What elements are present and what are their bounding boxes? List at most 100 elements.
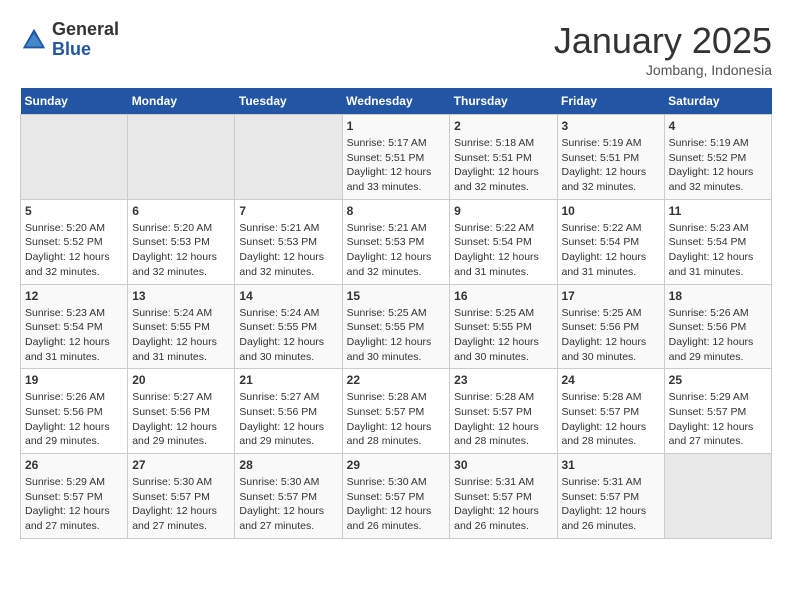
day-number: 4	[669, 119, 767, 133]
day-info: Sunrise: 5:25 AM Sunset: 5:55 PM Dayligh…	[454, 306, 552, 365]
day-number: 26	[25, 458, 123, 472]
calendar-cell: 9 Sunrise: 5:22 AM Sunset: 5:54 PM Daylig…	[450, 199, 557, 284]
calendar-week-row: 19Sunrise: 5:26 AM Sunset: 5:56 PM Dayli…	[21, 369, 772, 454]
weekday-header-row: SundayMondayTuesdayWednesdayThursdayFrid…	[21, 88, 772, 115]
day-info: Sunrise: 5:22 AM Sunset: 5:54 PM Dayligh…	[454, 221, 552, 280]
calendar-cell: 15Sunrise: 5:25 AM Sunset: 5:55 PM Dayli…	[342, 284, 450, 369]
day-number: 31	[562, 458, 660, 472]
weekday-header: Monday	[128, 88, 235, 115]
day-info: Sunrise: 5:30 AM Sunset: 5:57 PM Dayligh…	[239, 475, 337, 534]
day-number: 8	[347, 204, 446, 218]
day-number: 23	[454, 373, 552, 387]
day-number: 24	[562, 373, 660, 387]
calendar-cell: 14 Sunrise: 5:24 AM Sunset: 5:55 PM Dayli…	[235, 284, 342, 369]
day-info: Sunrise: 5:31 AM Sunset: 5:57 PM Dayligh…	[454, 475, 552, 534]
calendar-cell: 18 Sunrise: 5:26 AM Sunset: 5:56 PM Dayli…	[664, 284, 771, 369]
day-info: Sunrise: 5:27 AM Sunset: 5:56 PM Dayligh…	[239, 390, 337, 449]
day-number: 14	[239, 289, 337, 303]
calendar-cell: 21 Sunrise: 5:27 AM Sunset: 5:56 PM Dayli…	[235, 369, 342, 454]
title-block: January 2025 Jombang, Indonesia	[554, 20, 772, 78]
calendar-cell	[664, 454, 771, 539]
day-info: Sunrise: 5:20 AM Sunset: 5:52 PM Dayligh…	[25, 221, 123, 280]
day-info: Sunrise: 5:28 AM Sunset: 5:57 PM Dayligh…	[347, 390, 446, 449]
weekday-header: Wednesday	[342, 88, 450, 115]
day-info: Sunrise: 5:24 AM Sunset: 5:55 PM Dayligh…	[239, 306, 337, 365]
calendar-cell: 10Sunrise: 5:22 AM Sunset: 5:54 PM Dayli…	[557, 199, 664, 284]
day-number: 9	[454, 204, 552, 218]
day-info: Sunrise: 5:23 AM Sunset: 5:54 PM Dayligh…	[669, 221, 767, 280]
day-number: 18	[669, 289, 767, 303]
page-header: General Blue January 2025 Jombang, Indon…	[20, 20, 772, 78]
calendar-cell: 3 Sunrise: 5:19 AM Sunset: 5:51 PM Daylig…	[557, 115, 664, 200]
day-number: 30	[454, 458, 552, 472]
calendar-cell: 11 Sunrise: 5:23 AM Sunset: 5:54 PM Dayli…	[664, 199, 771, 284]
calendar-cell: 4Sunrise: 5:19 AM Sunset: 5:52 PM Daylig…	[664, 115, 771, 200]
calendar-week-row: 12Sunrise: 5:23 AM Sunset: 5:54 PM Dayli…	[21, 284, 772, 369]
calendar-cell	[21, 115, 128, 200]
day-info: Sunrise: 5:25 AM Sunset: 5:56 PM Dayligh…	[562, 306, 660, 365]
calendar-cell: 12Sunrise: 5:23 AM Sunset: 5:54 PM Dayli…	[21, 284, 128, 369]
weekday-header: Thursday	[450, 88, 557, 115]
day-number: 20	[132, 373, 230, 387]
calendar-cell: 24 Sunrise: 5:28 AM Sunset: 5:57 PM Dayli…	[557, 369, 664, 454]
calendar-week-row: 1Sunrise: 5:17 AM Sunset: 5:51 PM Daylig…	[21, 115, 772, 200]
day-info: Sunrise: 5:30 AM Sunset: 5:57 PM Dayligh…	[347, 475, 446, 534]
day-info: Sunrise: 5:25 AM Sunset: 5:55 PM Dayligh…	[347, 306, 446, 365]
logo-blue-text: Blue	[52, 40, 119, 60]
calendar-cell: 5 Sunrise: 5:20 AM Sunset: 5:52 PM Daylig…	[21, 199, 128, 284]
day-info: Sunrise: 5:27 AM Sunset: 5:56 PM Dayligh…	[132, 390, 230, 449]
day-number: 12	[25, 289, 123, 303]
day-number: 29	[347, 458, 446, 472]
day-number: 10	[562, 204, 660, 218]
calendar-cell: 25 Sunrise: 5:29 AM Sunset: 5:57 PM Dayli…	[664, 369, 771, 454]
location-text: Jombang, Indonesia	[554, 62, 772, 78]
day-info: Sunrise: 5:26 AM Sunset: 5:56 PM Dayligh…	[25, 390, 123, 449]
calendar-cell: 27 Sunrise: 5:30 AM Sunset: 5:57 PM Dayli…	[128, 454, 235, 539]
day-number: 21	[239, 373, 337, 387]
day-info: Sunrise: 5:24 AM Sunset: 5:55 PM Dayligh…	[132, 306, 230, 365]
calendar-cell	[235, 115, 342, 200]
day-number: 27	[132, 458, 230, 472]
calendar-cell: 26 Sunrise: 5:29 AM Sunset: 5:57 PM Dayli…	[21, 454, 128, 539]
weekday-header: Friday	[557, 88, 664, 115]
calendar-table: SundayMondayTuesdayWednesdayThursdayFrid…	[20, 88, 772, 539]
day-number: 6	[132, 204, 230, 218]
calendar-cell: 28Sunrise: 5:30 AM Sunset: 5:57 PM Dayli…	[235, 454, 342, 539]
calendar-cell: 2Sunrise: 5:18 AM Sunset: 5:51 PM Daylig…	[450, 115, 557, 200]
calendar-cell: 22 Sunrise: 5:28 AM Sunset: 5:57 PM Dayli…	[342, 369, 450, 454]
day-info: Sunrise: 5:28 AM Sunset: 5:57 PM Dayligh…	[562, 390, 660, 449]
calendar-cell: 8 Sunrise: 5:21 AM Sunset: 5:53 PM Daylig…	[342, 199, 450, 284]
day-number: 3	[562, 119, 660, 133]
day-number: 7	[239, 204, 337, 218]
day-info: Sunrise: 5:19 AM Sunset: 5:51 PM Dayligh…	[562, 136, 660, 195]
day-info: Sunrise: 5:18 AM Sunset: 5:51 PM Dayligh…	[454, 136, 552, 195]
day-number: 25	[669, 373, 767, 387]
day-info: Sunrise: 5:29 AM Sunset: 5:57 PM Dayligh…	[669, 390, 767, 449]
calendar-cell: 31 Sunrise: 5:31 AM Sunset: 5:57 PM Dayli…	[557, 454, 664, 539]
day-number: 11	[669, 204, 767, 218]
calendar-cell: 1Sunrise: 5:17 AM Sunset: 5:51 PM Daylig…	[342, 115, 450, 200]
logo-text: General Blue	[52, 20, 119, 60]
calendar-cell: 7Sunrise: 5:21 AM Sunset: 5:53 PM Daylig…	[235, 199, 342, 284]
calendar-cell: 16 Sunrise: 5:25 AM Sunset: 5:55 PM Dayli…	[450, 284, 557, 369]
day-number: 22	[347, 373, 446, 387]
day-info: Sunrise: 5:26 AM Sunset: 5:56 PM Dayligh…	[669, 306, 767, 365]
day-info: Sunrise: 5:29 AM Sunset: 5:57 PM Dayligh…	[25, 475, 123, 534]
calendar-cell: 19Sunrise: 5:26 AM Sunset: 5:56 PM Dayli…	[21, 369, 128, 454]
calendar-cell: 17Sunrise: 5:25 AM Sunset: 5:56 PM Dayli…	[557, 284, 664, 369]
day-info: Sunrise: 5:30 AM Sunset: 5:57 PM Dayligh…	[132, 475, 230, 534]
logo-general-text: General	[52, 20, 119, 40]
logo-icon	[20, 26, 48, 54]
day-info: Sunrise: 5:28 AM Sunset: 5:57 PM Dayligh…	[454, 390, 552, 449]
calendar-cell: 13Sunrise: 5:24 AM Sunset: 5:55 PM Dayli…	[128, 284, 235, 369]
weekday-header: Saturday	[664, 88, 771, 115]
day-number: 16	[454, 289, 552, 303]
calendar-week-row: 5 Sunrise: 5:20 AM Sunset: 5:52 PM Daylig…	[21, 199, 772, 284]
day-info: Sunrise: 5:21 AM Sunset: 5:53 PM Dayligh…	[347, 221, 446, 280]
calendar-cell: 30 Sunrise: 5:31 AM Sunset: 5:57 PM Dayli…	[450, 454, 557, 539]
calendar-cell: 29 Sunrise: 5:30 AM Sunset: 5:57 PM Dayli…	[342, 454, 450, 539]
calendar-cell: 6Sunrise: 5:20 AM Sunset: 5:53 PM Daylig…	[128, 199, 235, 284]
day-info: Sunrise: 5:31 AM Sunset: 5:57 PM Dayligh…	[562, 475, 660, 534]
day-number: 1	[347, 119, 446, 133]
day-number: 5	[25, 204, 123, 218]
